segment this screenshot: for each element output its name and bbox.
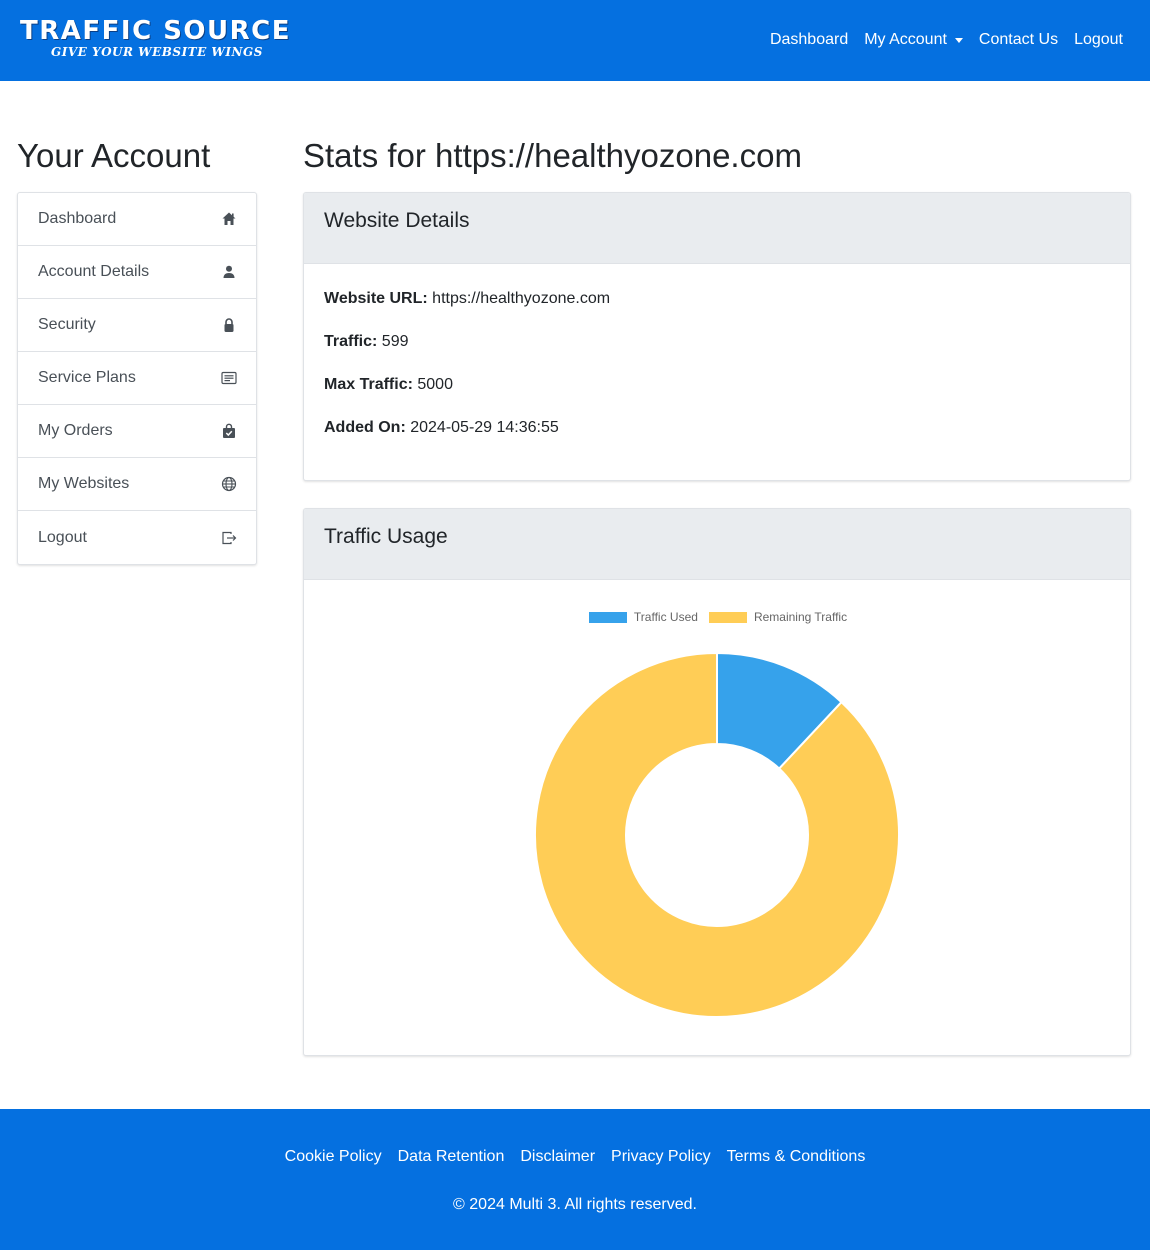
lock-icon bbox=[221, 317, 237, 333]
sidebar-item-logout[interactable]: Logout bbox=[18, 511, 256, 564]
sidebar-item-label: Account Details bbox=[38, 263, 150, 280]
footer-links: Cookie Policy Data Retention Disclaimer … bbox=[0, 1146, 1150, 1168]
footer-link-privacy-policy[interactable]: Privacy Policy bbox=[611, 1146, 711, 1168]
detail-website-url: Website URL: https://healthyozone.com bbox=[324, 288, 1110, 310]
sidebar-item-label: My Orders bbox=[38, 422, 113, 439]
traffic-usage-header: Traffic Usage bbox=[304, 509, 1130, 580]
page-title: Stats for https://healthyozone.com bbox=[303, 137, 802, 174]
top-nav-links: Dashboard My Account Contact Us Logout bbox=[770, 29, 1123, 51]
sidebar-item-label: Dashboard bbox=[38, 210, 117, 227]
sidebar-item-label: Service Plans bbox=[38, 369, 136, 386]
nav-dashboard-link[interactable]: Dashboard bbox=[770, 29, 848, 51]
nav-my-account-dropdown[interactable]: My Account bbox=[864, 29, 963, 51]
footer-link-disclaimer[interactable]: Disclaimer bbox=[520, 1146, 595, 1168]
sidebar-item-my-websites[interactable]: My Websites bbox=[18, 458, 256, 511]
sidebar-item-my-orders[interactable]: My Orders bbox=[18, 405, 256, 458]
traffic-usage-card: Traffic Usage Traffic Used Remaining Tra… bbox=[303, 508, 1131, 1056]
sidebar-item-account-details[interactable]: Account Details bbox=[18, 246, 256, 299]
detail-value: 2024-05-29 14:36:55 bbox=[410, 419, 559, 436]
caret-down-icon bbox=[954, 37, 963, 43]
globe-icon bbox=[221, 476, 237, 492]
user-icon bbox=[221, 264, 237, 280]
footer-link-cookie-policy[interactable]: Cookie Policy bbox=[285, 1146, 382, 1168]
website-details-header: Website Details bbox=[304, 193, 1130, 264]
account-sidebar-menu: Dashboard Account Details Security Servi… bbox=[17, 192, 257, 565]
traffic-usage-chart: Traffic Used Remaining Traffic bbox=[304, 580, 1130, 1055]
brand-logo[interactable]: TRAFFIC SOURCE GIVE YOUR WEBSITE WINGS bbox=[20, 16, 291, 59]
detail-label: Added On: bbox=[324, 419, 406, 436]
home-icon bbox=[221, 211, 237, 227]
website-details-body: Website URL: https://healthyozone.com Tr… bbox=[304, 264, 1130, 480]
footer: Cookie Policy Data Retention Disclaimer … bbox=[0, 1109, 1150, 1250]
nav-my-account-label: My Account bbox=[864, 31, 947, 48]
sidebar-item-service-plans[interactable]: Service Plans bbox=[18, 352, 256, 405]
nav-contact-us-link[interactable]: Contact Us bbox=[979, 29, 1058, 51]
shopping-bag-check-icon bbox=[221, 423, 237, 439]
donut-slice-remaining-traffic[interactable] bbox=[534, 651, 900, 1018]
sidebar-item-label: Logout bbox=[38, 528, 87, 546]
copyright-text: © 2024 Multi 3. All rights reserved. bbox=[453, 1196, 697, 1213]
sidebar-item-dashboard[interactable]: Dashboard bbox=[18, 193, 256, 246]
detail-label: Website URL: bbox=[324, 290, 428, 307]
website-details-card: Website Details Website URL: https://hea… bbox=[303, 192, 1131, 481]
detail-traffic: Traffic: 599 bbox=[324, 331, 1110, 353]
detail-added-on: Added On: 2024-05-29 14:36:55 bbox=[324, 417, 1110, 439]
sidebar-item-security[interactable]: Security bbox=[18, 299, 256, 352]
brand-title: TRAFFIC SOURCE bbox=[20, 16, 292, 46]
doughnut-chart bbox=[534, 651, 900, 1018]
top-navbar: TRAFFIC SOURCE GIVE YOUR WEBSITE WINGS D… bbox=[0, 0, 1150, 81]
brand-tagline: GIVE YOUR WEBSITE WINGS bbox=[51, 45, 263, 59]
detail-label: Traffic: bbox=[324, 333, 378, 350]
footer-link-data-retention[interactable]: Data Retention bbox=[398, 1146, 505, 1168]
sidebar-item-label: Security bbox=[38, 316, 96, 333]
detail-label: Max Traffic: bbox=[324, 376, 413, 393]
detail-max-traffic: Max Traffic: 5000 bbox=[324, 374, 1110, 396]
list-card-icon bbox=[221, 370, 237, 386]
detail-value: https://healthyozone.com bbox=[432, 290, 611, 307]
nav-logout-link[interactable]: Logout bbox=[1074, 29, 1123, 51]
logout-icon bbox=[221, 530, 237, 546]
footer-link-terms-conditions[interactable]: Terms & Conditions bbox=[727, 1146, 866, 1168]
detail-value: 5000 bbox=[417, 376, 453, 393]
sidebar-title: Your Account bbox=[17, 137, 211, 174]
sidebar-item-label: My Websites bbox=[38, 475, 130, 492]
detail-value: 599 bbox=[381, 333, 409, 350]
